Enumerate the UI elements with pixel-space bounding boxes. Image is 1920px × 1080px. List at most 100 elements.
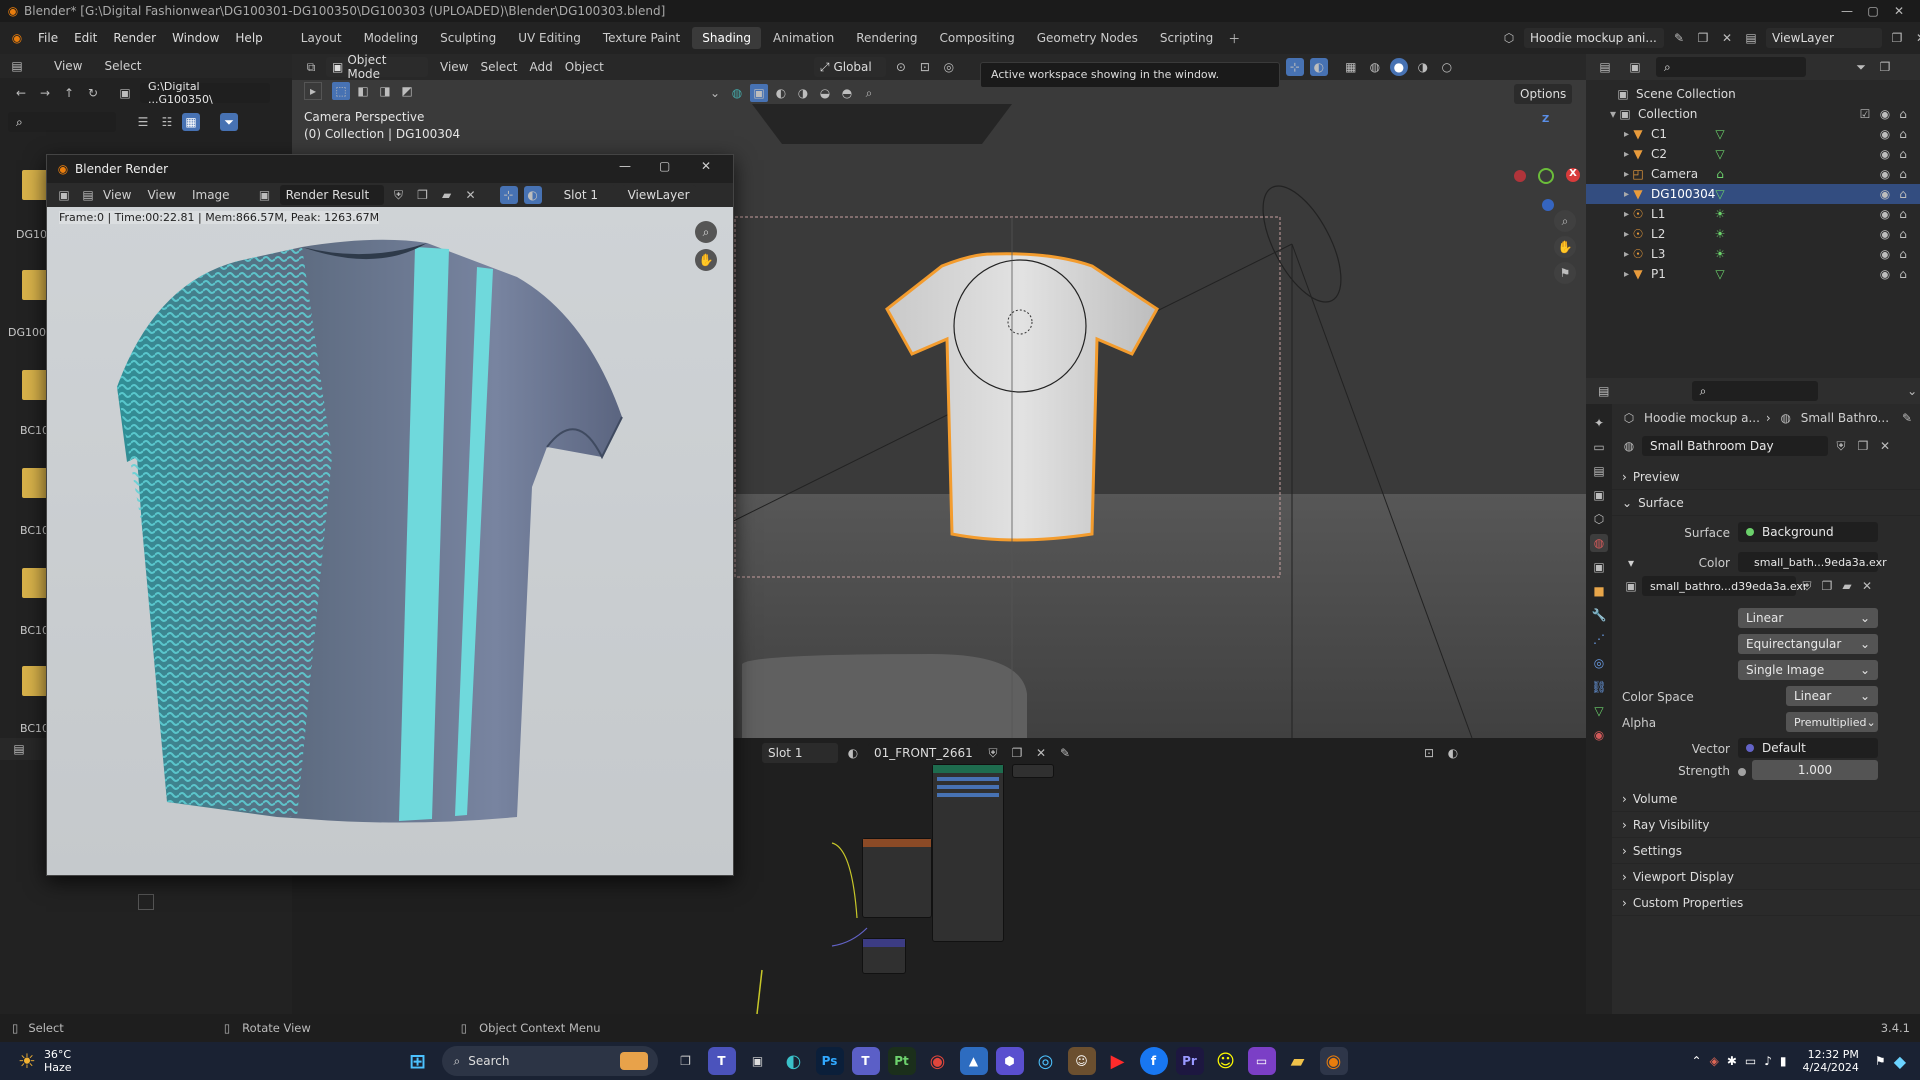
color-palette-icon[interactable]: ◍ — [728, 84, 746, 102]
vector-input-field[interactable]: Default — [1738, 738, 1878, 758]
unlink-image-icon[interactable]: ✕ — [1858, 577, 1876, 595]
tab-geometry-nodes[interactable]: Geometry Nodes — [1027, 27, 1148, 49]
volume-icon[interactable]: ♪ — [1764, 1054, 1772, 1068]
copilot-icon[interactable]: ◆ — [1894, 1052, 1906, 1071]
eye-icon[interactable]: ◉ — [1876, 185, 1894, 203]
file-menu-view[interactable]: View — [54, 59, 82, 73]
pin-icon[interactable]: ✎ — [1898, 409, 1916, 427]
light-icon[interactable]: ☀ — [1711, 205, 1729, 223]
task-view-icon[interactable]: ❐ — [672, 1047, 700, 1075]
new-folder-icon[interactable]: ▣ — [116, 84, 134, 102]
neg-x-axis-handle[interactable] — [1514, 170, 1526, 182]
fake-user-icon[interactable]: ⛨ — [1832, 437, 1850, 455]
premiere-icon[interactable]: Pr — [1175, 1047, 1204, 1075]
shading-dropdown-icon[interactable]: ⌄ — [706, 84, 724, 102]
thumbnail-view-icon[interactable]: ▦ — [182, 113, 200, 131]
viewport-menu-add[interactable]: Add — [530, 60, 553, 74]
file-explorer-icon[interactable]: ▰ — [1284, 1047, 1312, 1075]
select-new-icon[interactable]: ◧ — [354, 82, 372, 100]
outliner-item[interactable]: ▸ ▼ DG100304 ▽ ◉ ⌂ — [1586, 184, 1920, 204]
chrome-icon[interactable]: ◉ — [924, 1047, 952, 1075]
eye-icon[interactable]: ◉ — [1876, 205, 1894, 223]
editor-type-icon[interactable]: ▣ — [55, 186, 73, 204]
outliner-scene-collection[interactable]: ▣ Scene Collection — [1586, 84, 1920, 104]
world-tab-icon[interactable]: ◍ — [1590, 534, 1608, 552]
new-view-layer-icon[interactable]: ❐ — [1888, 29, 1906, 47]
image-texture-node[interactable] — [862, 838, 932, 918]
panel-ray-visibility[interactable]: › Ray Visibility — [1612, 812, 1920, 838]
weather-widget[interactable]: ☀ 36°C Haze — [18, 1048, 72, 1074]
tab-animation[interactable]: Animation — [763, 27, 844, 49]
mesh-icon[interactable]: ▽ — [1711, 145, 1729, 163]
camera-icon[interactable]: ⌂ — [1711, 165, 1729, 183]
zoom-icon[interactable]: ⌕ — [1554, 210, 1576, 232]
tab-shading[interactable]: Shading — [692, 27, 761, 49]
eye-icon[interactable]: ◉ — [1876, 265, 1894, 283]
particles-tab-icon[interactable]: ⋰ — [1590, 630, 1608, 648]
object-tab-icon[interactable]: ■ — [1590, 582, 1608, 600]
detail-view-icon[interactable]: ☷ — [158, 113, 176, 131]
source-dropdown[interactable]: Single Image ⌄ — [1738, 660, 1878, 680]
youtube-icon[interactable]: ▶ — [1104, 1047, 1132, 1075]
sphere-icon[interactable]: ◐ — [772, 84, 790, 102]
toolbar-toggle-icon[interactable]: ▸ — [304, 82, 322, 100]
neg-z-axis-handle[interactable] — [1542, 199, 1554, 211]
select-subtract-icon[interactable]: ◩ — [398, 82, 416, 100]
slot-dropdown[interactable]: Slot 1 — [557, 185, 616, 205]
gizmo-icon[interactable]: ⊹ — [1285, 58, 1304, 76]
new-scene-icon[interactable]: ❐ — [1694, 29, 1712, 47]
video-app-icon[interactable]: ▭ — [1247, 1047, 1276, 1075]
menu-help[interactable]: Help — [227, 31, 270, 45]
unlink-world-icon[interactable]: ✕ — [1876, 437, 1894, 455]
interpolation-dropdown[interactable]: Linear ⌄ — [1738, 608, 1878, 628]
tab-sculpting[interactable]: Sculpting — [430, 27, 506, 49]
outliner-item[interactable]: ▸ ☉ L3 ☀ ◉ ⌂ — [1586, 244, 1920, 264]
mesh-icon[interactable]: ▽ — [1711, 265, 1729, 283]
material-output-node[interactable] — [1012, 764, 1054, 778]
new-image-icon[interactable]: ❐ — [414, 186, 432, 204]
mesh-icon[interactable]: ▽ — [1711, 125, 1729, 143]
editor-type-icon[interactable]: ⧉ — [302, 58, 320, 76]
gizmo-icon[interactable]: ⊹ — [499, 186, 518, 204]
normal-map-node[interactable] — [862, 938, 906, 974]
chevron-down-icon[interactable]: ⌄ — [1904, 382, 1920, 400]
substance-painter-icon[interactable]: Pt — [887, 1047, 916, 1075]
image-browse-icon[interactable]: ▣ — [1622, 577, 1640, 595]
display-mode-icon[interactable]: ▣ — [1626, 58, 1644, 76]
eye-icon[interactable]: ◉ — [1876, 225, 1894, 243]
camera-icon[interactable]: ⌂ — [1894, 125, 1912, 143]
blender-menu-icon[interactable]: ◉ — [8, 29, 26, 47]
editor-type-icon[interactable]: ▤ — [8, 57, 26, 75]
store-icon[interactable]: ▣ — [744, 1047, 772, 1075]
viewport-menu-view[interactable]: View — [440, 60, 468, 74]
camera-icon[interactable]: ⌂ — [1894, 265, 1912, 283]
material-tab-icon[interactable]: ◉ — [1590, 726, 1608, 744]
forward-icon[interactable]: → — [36, 84, 54, 102]
panel-surface[interactable]: ⌄ Surface — [1612, 490, 1920, 516]
blender-taskbar-icon[interactable]: ◉ — [1319, 1047, 1348, 1075]
folder-name[interactable]: DG10 — [16, 228, 47, 241]
file-search-input[interactable]: ⌕ — [8, 112, 116, 132]
world-browse-icon[interactable]: ◍ — [1620, 437, 1638, 455]
eye-icon[interactable]: ◉ — [1876, 165, 1894, 183]
parent-dir-icon[interactable]: ↑ — [60, 84, 78, 102]
image-name-field[interactable]: small_bathro...d39eda3a.exr — [1642, 576, 1807, 596]
camera-view-icon[interactable]: ⚑ — [1554, 262, 1576, 284]
eye-icon[interactable]: ◉ — [1876, 145, 1894, 163]
delete-view-layer-icon[interactable]: ✕ — [1912, 29, 1920, 47]
sphere-icon[interactable]: ◓ — [838, 84, 856, 102]
settings-app-icon[interactable]: ◎ — [1032, 1047, 1060, 1075]
outliner-item[interactable]: ▸ ▼ P1 ▽ ◉ ⌂ — [1586, 264, 1920, 284]
render-result-image[interactable]: Frame:0 | Time:00:22.81 | Mem:866.57M, P… — [47, 207, 733, 875]
overlay-icon[interactable]: ◐ — [1309, 58, 1328, 76]
view-layer-dropdown[interactable]: ViewLayer — [621, 185, 696, 205]
add-workspace-icon[interactable]: ＋ — [1225, 29, 1243, 47]
rendered-shading-icon[interactable]: ○ — [1438, 58, 1456, 76]
delete-scene-icon[interactable]: ✕ — [1718, 29, 1736, 47]
eye-icon[interactable]: ◉ — [1876, 105, 1894, 123]
refresh-icon[interactable]: ↻ — [84, 84, 102, 102]
tool-tab-icon[interactable]: ✦ — [1590, 414, 1608, 432]
alpha-dropdown[interactable]: Premultiplied ⌄ — [1786, 712, 1878, 732]
color-space-dropdown[interactable]: Linear ⌄ — [1786, 686, 1878, 706]
facebook-icon[interactable]: f — [1139, 1047, 1168, 1075]
